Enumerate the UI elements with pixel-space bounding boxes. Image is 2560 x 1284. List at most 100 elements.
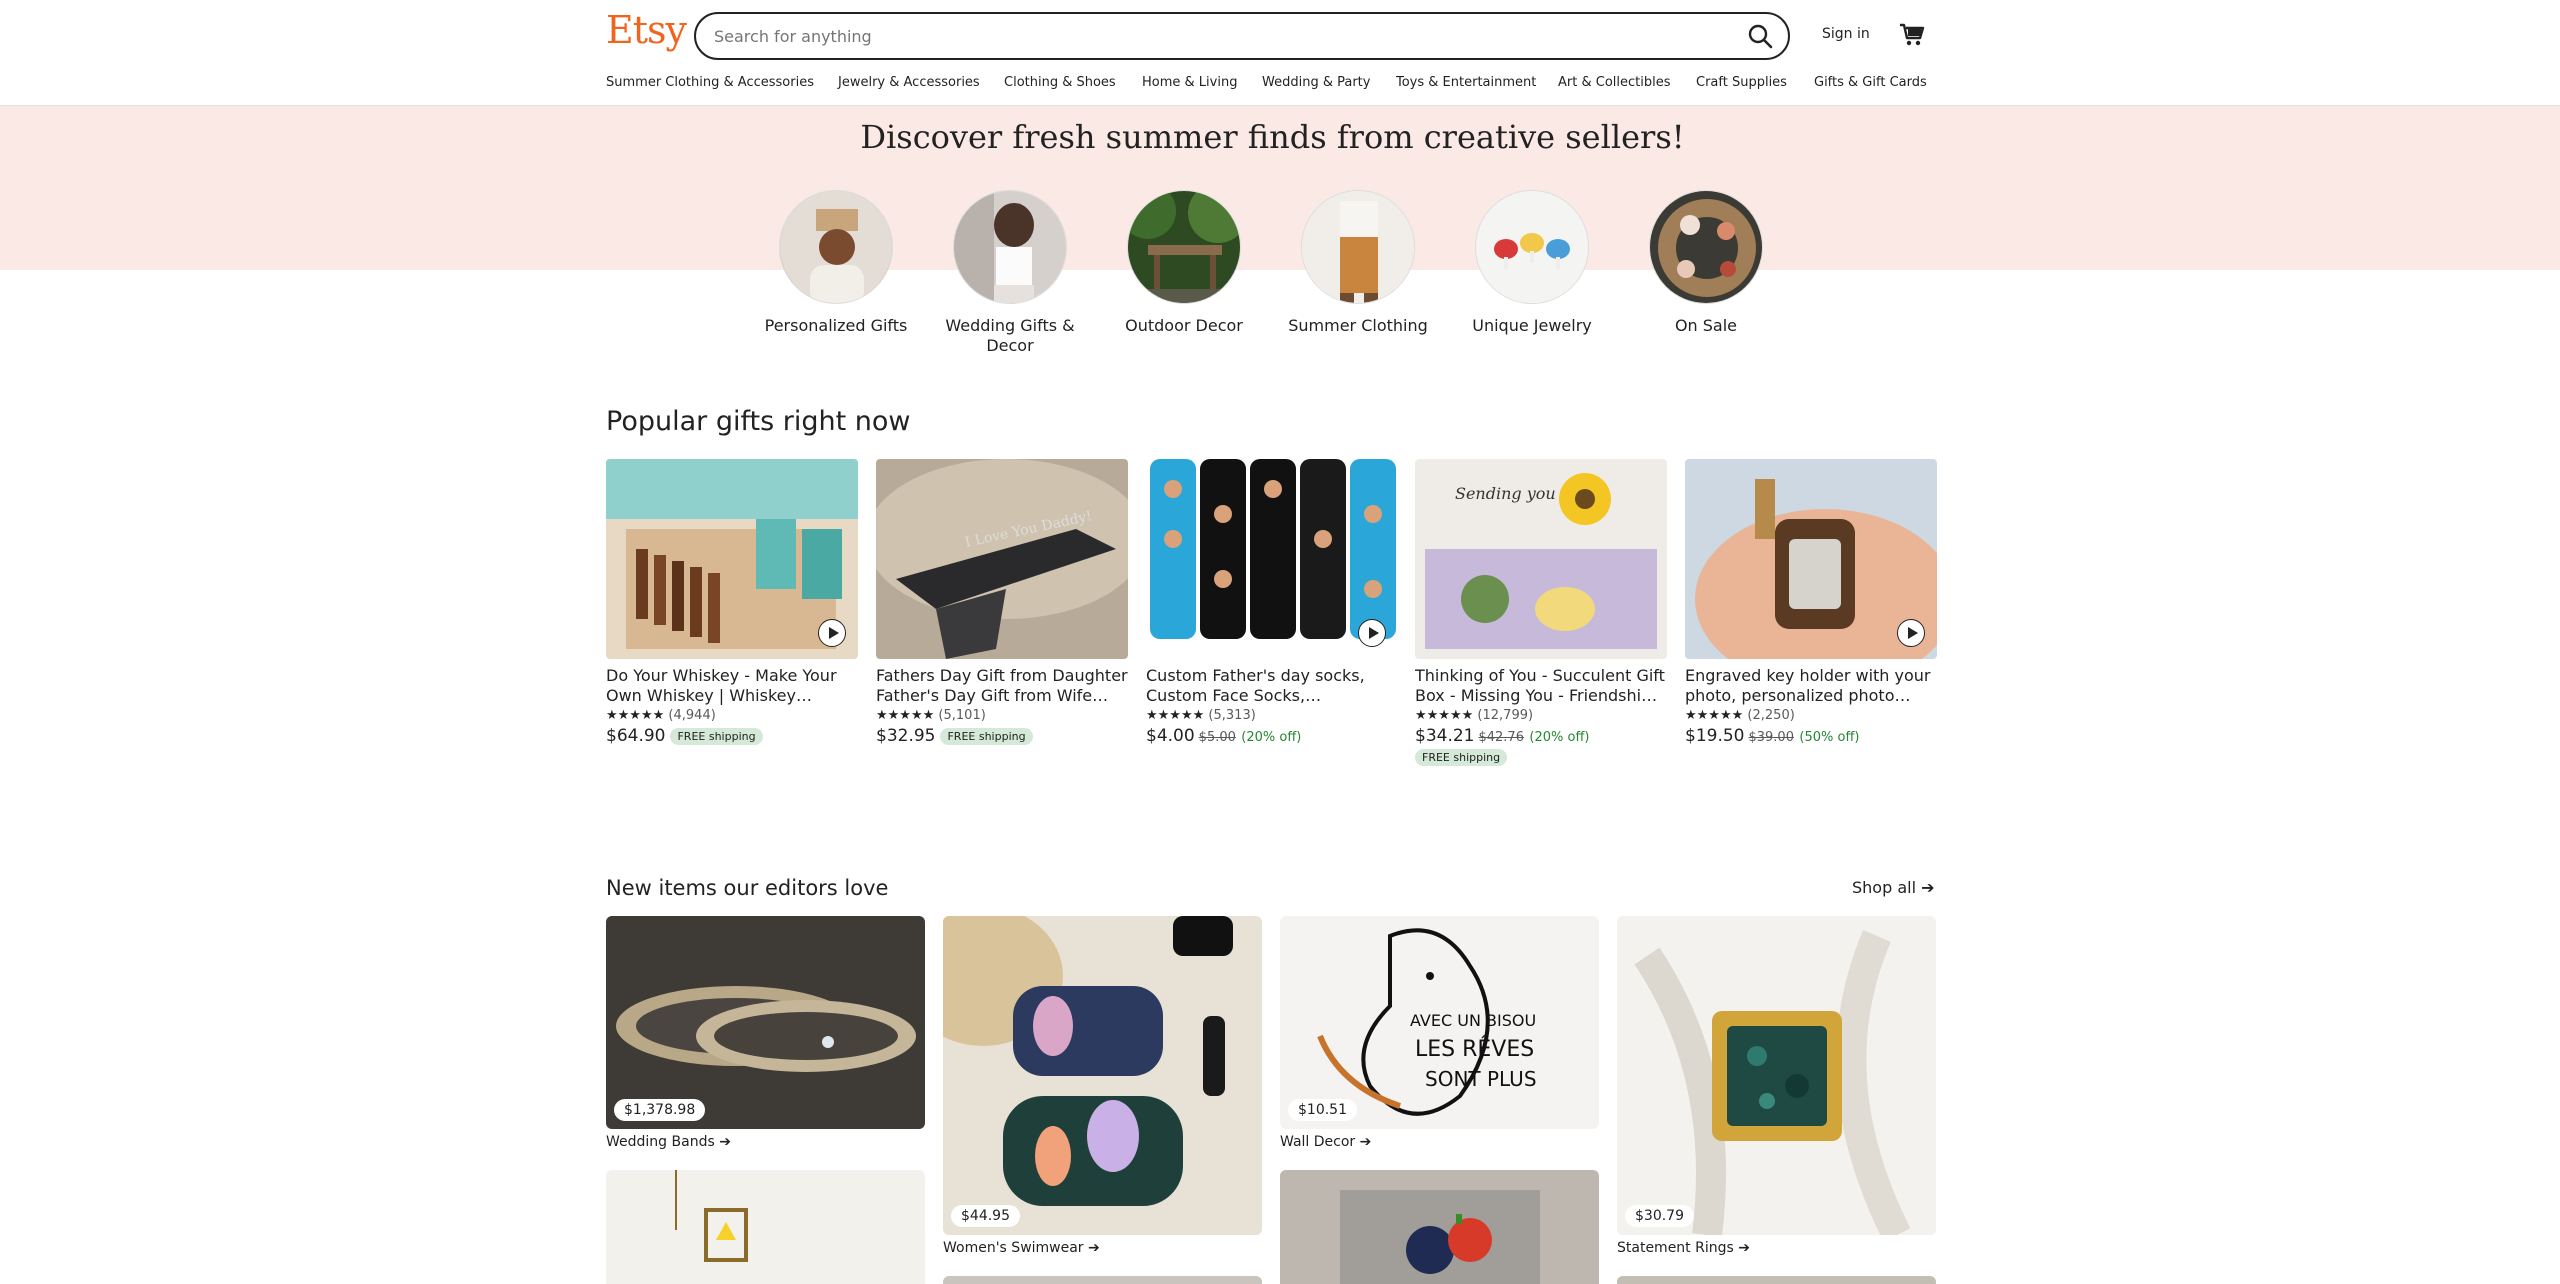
price-row: $4.00 $5.00 (20% off) [1146,726,1398,746]
review-count: (2,250) [1747,708,1795,723]
category-personalized-gifts[interactable]: Personalized Gifts [761,190,911,336]
original-price: $42.76 [1478,730,1524,745]
caption-label: Statement Rings [1617,1240,1734,1256]
svg-text:LES RÊVES: LES RÊVES [1415,1036,1534,1062]
popular-gifts-title: Popular gifts right now [606,406,911,437]
gift-image[interactable]: I Love You Daddy! [876,459,1128,659]
price: $4.00 [1146,726,1195,746]
price-tag: $44.95 [951,1205,1020,1227]
gift-card[interactable]: I Love You Daddy! Fathers Day Gift from … [876,459,1128,746]
review-count: (5,101) [938,708,986,723]
gift-image[interactable] [1685,459,1937,659]
editor-item-caption[interactable]: Statement Rings ➔ [1617,1240,1750,1256]
editor-item-image[interactable] [1617,1276,1936,1284]
category-label: Summer Clothing [1288,316,1428,335]
hero-title: Discover fresh summer finds from creativ… [860,118,1685,156]
play-video-icon[interactable] [1897,619,1925,647]
category-label: On Sale [1674,316,1738,335]
price: $34.21 [1415,726,1475,746]
caption-label: Wedding Bands [606,1134,715,1150]
nav-craft-supplies[interactable]: Craft Supplies [1696,75,1787,90]
star-rating-icon: ★★★★★ [876,708,935,723]
site-header: Etsy Sign in Summer Clothing & Accessori… [0,0,2560,106]
editor-item-caption[interactable]: Wall Decor ➔ [1280,1134,1371,1150]
nav-gifts[interactable]: Gifts & Gift Cards [1814,75,1927,90]
category-label: Wedding Gifts & Decor [945,316,1075,355]
free-shipping-badge: FREE shipping [1415,749,1508,766]
gift-title[interactable]: Do Your Whiskey - Make Your Own Whiskey … [606,666,858,706]
category-outdoor-decor[interactable]: Outdoor Decor [1109,190,1259,336]
category-summer-clothing[interactable]: Summer Clothing [1283,190,1433,336]
category-image [1127,190,1241,304]
editor-item-image[interactable]: $1,378.98 [606,916,925,1129]
rating: ★★★★★ (5,101) [876,708,1128,723]
original-price: $39.00 [1748,730,1794,745]
category-image [1475,190,1589,304]
category-label: Personalized Gifts [764,316,908,335]
price-tag: $1,378.98 [614,1099,706,1121]
gift-card[interactable]: Engraved key holder with your photo, per… [1685,459,1937,746]
price-row: $19.50 $39.00 (50% off) [1685,726,1937,746]
price-tag: $10.51 [1288,1099,1357,1121]
category-image [1301,190,1415,304]
editor-item-image[interactable]: AVEC UN BISOU LES RÊVES SONT PLUS $10.51 [1280,916,1599,1129]
price: $19.50 [1685,726,1745,746]
free-shipping-badge: FREE shipping [670,727,763,745]
search-icon[interactable] [1746,22,1774,50]
editor-item-caption[interactable]: Wedding Bands ➔ [606,1134,731,1150]
cart-icon[interactable] [1898,20,1926,48]
sign-in-link[interactable]: Sign in [1822,26,1870,42]
gift-title[interactable]: Thinking of You - Succulent Gift Box - M… [1415,666,1667,706]
search-bar[interactable] [694,12,1790,60]
nav-home-living[interactable]: Home & Living [1142,75,1237,90]
discount: (20% off) [1241,730,1302,745]
category-label: Unique Jewelry [1472,316,1592,335]
category-unique-jewelry[interactable]: Unique Jewelry [1457,190,1607,336]
category-image [779,190,893,304]
play-video-icon[interactable] [1358,619,1386,647]
caption-label: Women's Swimwear [943,1240,1084,1256]
price-row: $34.21 $42.76 (20% off) [1415,726,1667,746]
nav-clothing-shoes[interactable]: Clothing & Shoes [1004,75,1116,90]
gift-card[interactable]: Do Your Whiskey - Make Your Own Whiskey … [606,459,858,746]
category-wedding-gifts[interactable]: Wedding Gifts & Decor [935,190,1085,356]
rating: ★★★★★ (5,313) [1146,708,1398,723]
price-row: $32.95 FREE shipping [876,726,1128,746]
review-count: (4,944) [668,708,716,723]
nav-jewelry[interactable]: Jewelry & Accessories [838,75,980,90]
discount: (20% off) [1529,730,1590,745]
etsy-logo[interactable]: Etsy [606,8,687,52]
star-rating-icon: ★★★★★ [1146,708,1205,723]
play-video-icon[interactable] [818,619,846,647]
gift-image[interactable] [606,459,858,659]
gift-card[interactable]: Sending you Thinking of You - Succulent … [1415,459,1667,766]
category-on-sale[interactable]: On Sale [1631,190,1781,336]
gift-image[interactable]: Sending you [1415,459,1667,659]
editors-title: New items our editors love [606,876,889,900]
nav-summer-clothing[interactable]: Summer Clothing & Accessories [606,75,814,90]
shop-all-link[interactable]: Shop all ➔ [1852,878,1935,897]
price: $32.95 [876,726,936,746]
svg-text:SONT PLUS: SONT PLUS [1425,1067,1537,1091]
nav-wedding-party[interactable]: Wedding & Party [1262,75,1370,90]
gift-title[interactable]: Fathers Day Gift from Daughter Father's … [876,666,1128,706]
gift-title[interactable]: Custom Father's day socks, Custom Face S… [1146,666,1398,706]
category-label: Outdoor Decor [1125,316,1243,335]
star-rating-icon: ★★★★★ [1685,708,1744,723]
nav-toys[interactable]: Toys & Entertainment [1396,75,1536,90]
search-input[interactable] [714,14,1694,58]
editor-item-image[interactable] [606,1170,925,1284]
editor-item-image[interactable]: $30.79 [1617,916,1936,1235]
price: $64.90 [606,726,666,746]
editor-item-image[interactable]: $44.95 [943,916,1262,1235]
original-price: $5.00 [1198,730,1236,745]
nav-art[interactable]: Art & Collectibles [1558,75,1670,90]
editor-item-caption[interactable]: Women's Swimwear ➔ [943,1240,1100,1256]
review-count: (12,799) [1477,708,1534,723]
rating: ★★★★★ (4,944) [606,708,858,723]
editor-item-image[interactable] [1280,1170,1599,1284]
gift-card[interactable]: Custom Father's day socks, Custom Face S… [1146,459,1398,746]
editor-item-image[interactable] [943,1276,1262,1284]
gift-image[interactable] [1146,459,1398,659]
gift-title[interactable]: Engraved key holder with your photo, per… [1685,666,1937,706]
